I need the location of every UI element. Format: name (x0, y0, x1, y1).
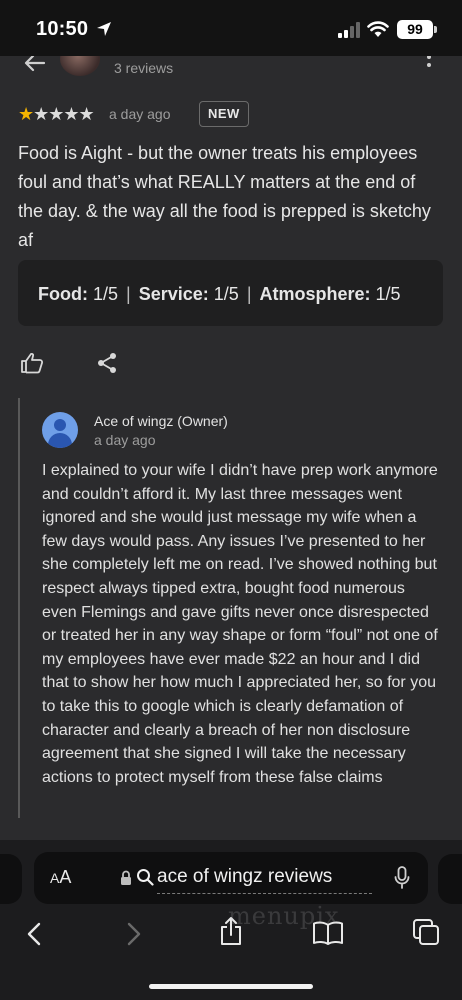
previous-tab-preview[interactable] (0, 854, 22, 904)
aa-large: A (59, 867, 72, 887)
service-value: 1/5 (213, 284, 239, 304)
review-text: Food is Aight - but the owner treats his… (18, 143, 431, 250)
browser-toolbar: AA ace of wingz reviews menupix (0, 840, 462, 1000)
share-icon[interactable] (96, 352, 118, 374)
browser-back-icon[interactable] (26, 922, 42, 946)
more-options-icon[interactable] (426, 56, 432, 70)
thumbs-up-icon[interactable] (20, 352, 44, 374)
owner-avatar (42, 412, 78, 448)
atmosphere-label: Atmosphere: (259, 284, 371, 304)
review-meta-row: ★★★★★ a day ago NEW (18, 100, 448, 128)
reviewer-avatar[interactable] (60, 56, 100, 76)
tabs-overview-icon[interactable] (412, 918, 440, 946)
reader-options-button[interactable]: AA (50, 867, 71, 888)
food-value: 1/5 (93, 284, 119, 304)
url-underline (157, 893, 372, 894)
search-icon (137, 869, 154, 886)
rating-separator: | (246, 284, 252, 304)
avatar-body (48, 433, 72, 448)
app-header: 3 reviews (0, 56, 462, 84)
next-tab-preview[interactable] (438, 854, 462, 904)
status-bar: 10:50 99 (0, 0, 462, 56)
atmosphere-value: 1/5 (375, 284, 401, 304)
status-time: 10:50 (36, 18, 89, 40)
browser-forward-icon[interactable] (126, 922, 142, 946)
ratings-breakdown: Food: 1/5 | Service: 1/5 | Atmosphere: 1/5 (18, 260, 443, 326)
owner-reply: Ace of wingz (Owner) a day ago I explain… (18, 398, 443, 818)
location-arrow-icon (97, 22, 111, 36)
avatar-head (54, 419, 66, 431)
owner-reply-date: a day ago (94, 432, 156, 448)
owner-name: Ace of wingz (Owner) (94, 413, 228, 429)
back-arrow-icon[interactable] (24, 56, 46, 72)
star-empty-icons: ★★★★ (33, 104, 95, 124)
rating-separator: | (126, 284, 131, 304)
review-date: a day ago (109, 106, 171, 122)
star-rating: ★★★★★ (18, 104, 95, 125)
reviewer-review-count: 3 reviews (114, 60, 174, 76)
url-text[interactable]: ace of wingz reviews (157, 866, 332, 888)
new-badge: NEW (199, 101, 249, 127)
star-filled-icon: ★ (18, 104, 34, 124)
aa-small: A (50, 870, 60, 886)
battery-tip (434, 26, 437, 33)
battery-level: 99 (407, 21, 423, 37)
service-label: Service: (138, 284, 209, 304)
microphone-icon[interactable] (394, 866, 410, 890)
address-bar[interactable]: AA ace of wingz reviews (34, 852, 428, 904)
watermark-text: menupix (228, 902, 340, 930)
battery-indicator: 99 (397, 20, 433, 39)
wifi-icon (367, 21, 389, 37)
owner-reply-text: I explained to your wife I didn’t have p… (42, 462, 438, 786)
home-indicator (149, 984, 313, 989)
food-label: Food: (38, 284, 88, 304)
lock-icon (121, 870, 131, 885)
cellular-signal-icon (338, 22, 360, 38)
ratings-line: Food: 1/5 | Service: 1/5 | Atmosphere: 1/5 (38, 284, 401, 305)
